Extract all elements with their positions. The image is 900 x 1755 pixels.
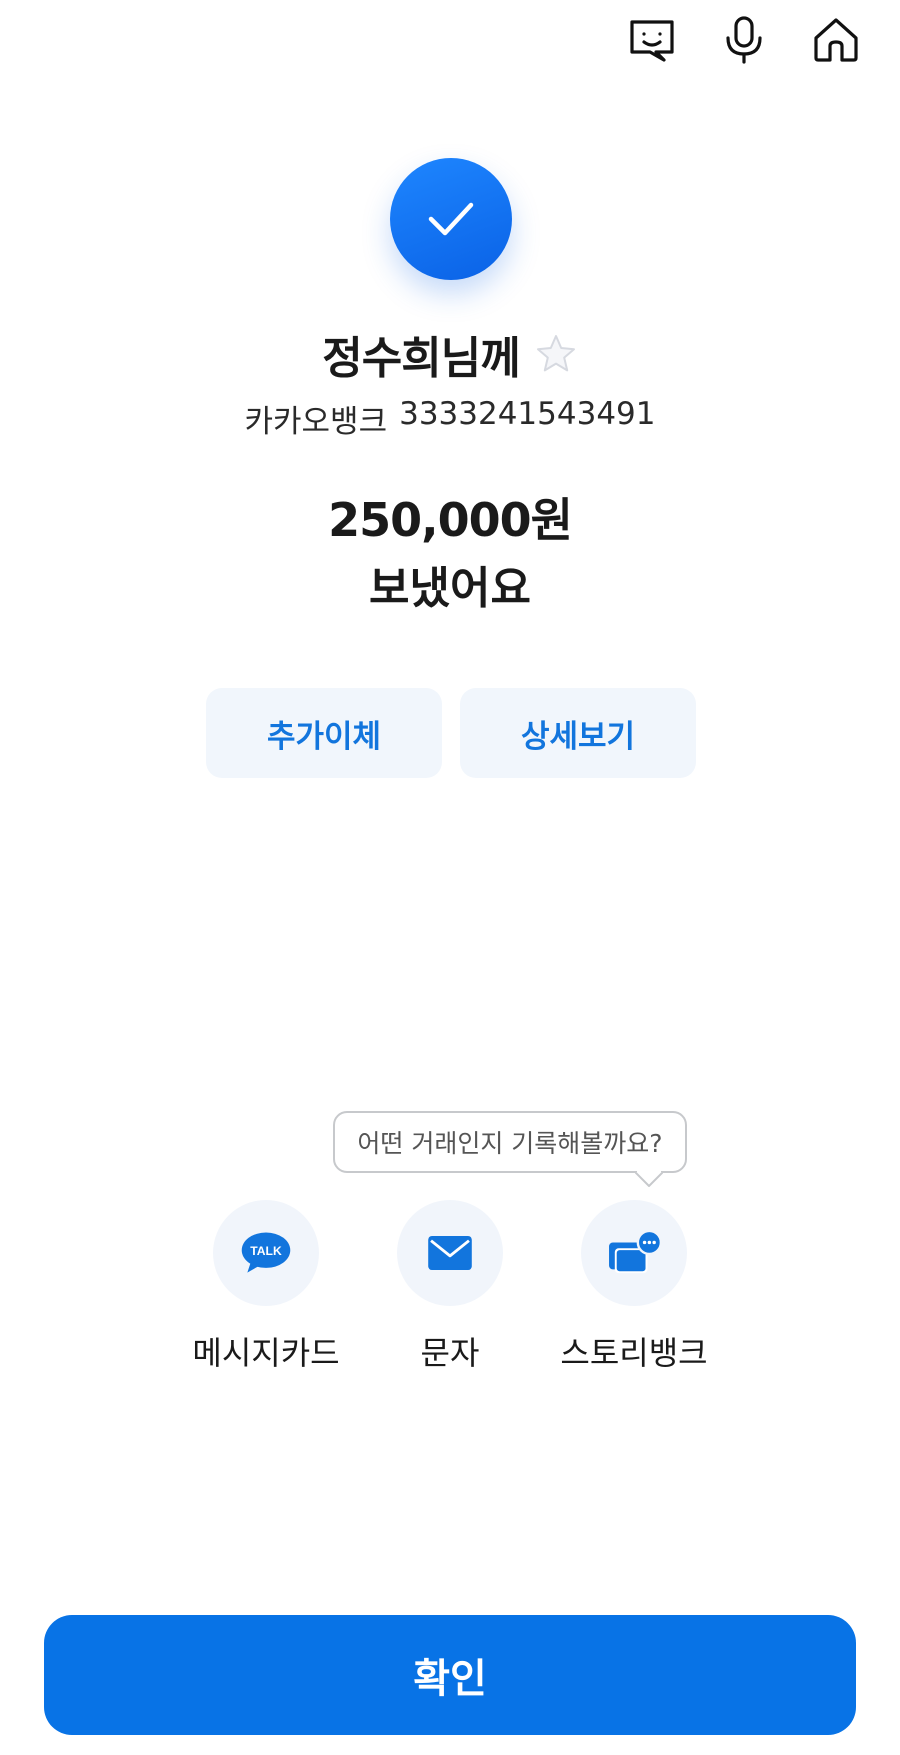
share-sms-label: 문자 — [420, 1334, 480, 1372]
story-bank-icon — [581, 1200, 687, 1306]
account-number: 3333241543491 — [399, 396, 656, 432]
recipient-row: 정수희님께 — [0, 322, 900, 386]
details-button[interactable]: 상세보기 — [460, 688, 696, 778]
share-sms[interactable]: 문자 — [350, 1200, 550, 1374]
svg-text:TALK: TALK — [250, 1244, 282, 1258]
share-message-card[interactable]: TALK 메시지카드 — [166, 1200, 366, 1374]
record-tooltip: 어떤 거래인지 기록해볼까요? — [333, 1111, 687, 1173]
success-check-icon — [390, 158, 512, 280]
recipient-name: 정수희님께 — [322, 333, 520, 384]
top-bar — [624, 12, 864, 68]
kakao-talk-icon: TALK — [213, 1200, 319, 1306]
envelope-icon — [397, 1200, 503, 1306]
bank-name: 카카오뱅크 — [244, 404, 388, 440]
share-story-bank[interactable]: 스토리뱅크 — [534, 1200, 734, 1374]
tooltip-tail — [635, 1171, 663, 1187]
transfer-amount: 250,000원 — [328, 493, 573, 547]
extra-transfer-button[interactable]: 추가이체 — [206, 688, 442, 778]
favorite-star-icon[interactable] — [534, 332, 578, 376]
share-message-card-label: 메시지카드 — [192, 1334, 340, 1372]
confirm-button[interactable]: 확인 — [44, 1615, 856, 1735]
account-info: 카카오뱅크 3333241543491 — [0, 396, 900, 441]
status-text: 보냈어요 — [369, 563, 531, 614]
home-icon[interactable] — [808, 12, 864, 68]
microphone-icon[interactable] — [716, 12, 772, 68]
share-story-bank-label: 스토리뱅크 — [560, 1334, 708, 1372]
chat-bot-icon[interactable] — [624, 12, 680, 68]
